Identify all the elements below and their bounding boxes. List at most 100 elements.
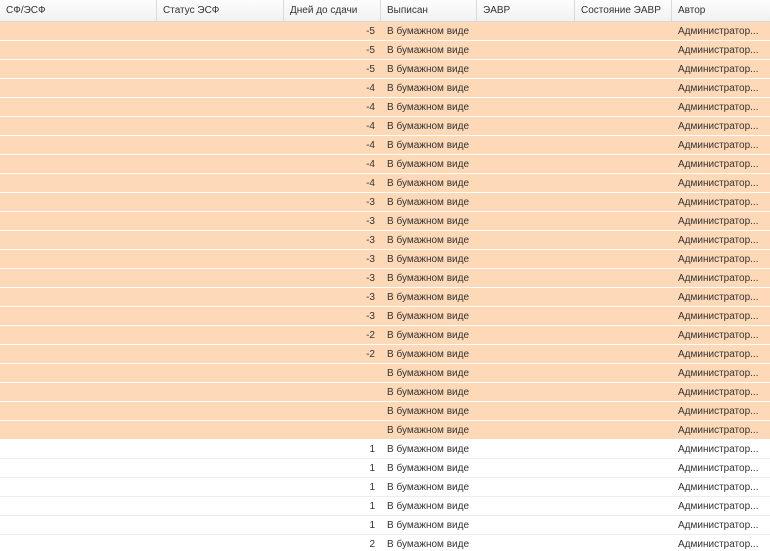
cell-esf-status (157, 79, 284, 97)
table-row[interactable]: В бумажном виде Администратор... (0, 421, 770, 440)
cell-esf-status (157, 250, 284, 268)
cell-issued: В бумажном виде (387, 406, 470, 417)
cell-days-to-submit: 1 (369, 501, 375, 512)
cell-sf-esf (0, 440, 157, 458)
table-row[interactable]: -2 В бумажном виде Администратор... (0, 345, 770, 364)
table-row[interactable]: 1 В бумажном виде Администратор... (0, 478, 770, 497)
cell-eavr (477, 155, 575, 173)
cell-eavr-state (575, 22, 672, 40)
cell-issued: В бумажном виде (387, 501, 470, 512)
cell-author: Администратор... (678, 482, 759, 493)
table-row[interactable]: -3 В бумажном виде Администратор... (0, 269, 770, 288)
table-row[interactable]: -3 В бумажном виде Администратор... (0, 288, 770, 307)
table-row[interactable]: В бумажном виде Администратор... (0, 383, 770, 402)
cell-eavr (477, 383, 575, 401)
cell-eavr (477, 345, 575, 363)
cell-author: Администратор... (678, 349, 759, 360)
column-header-eavr-state[interactable]: Состояние ЭАВР (575, 0, 672, 21)
cell-eavr (477, 79, 575, 97)
table-row[interactable]: 1 В бумажном виде Администратор... (0, 497, 770, 516)
table-header: СФ/ЭСФ Статус ЭСФ Дней до сдачи Выписан … (0, 0, 770, 22)
cell-author: Администратор... (678, 444, 759, 455)
cell-sf-esf (0, 364, 157, 382)
cell-author: Администратор... (678, 311, 759, 322)
cell-eavr (477, 478, 575, 496)
cell-issued: В бумажном виде (387, 273, 470, 284)
cell-issued: В бумажном виде (387, 292, 470, 303)
table-row[interactable]: -4 В бумажном виде Администратор... (0, 79, 770, 98)
column-header-sf-esf[interactable]: СФ/ЭСФ (0, 0, 157, 21)
cell-days-to-submit: 2 (369, 539, 375, 550)
table-row[interactable]: -3 В бумажном виде Администратор... (0, 212, 770, 231)
cell-author: Администратор... (678, 102, 759, 113)
table-row[interactable]: 2 В бумажном виде Администратор... (0, 535, 770, 551)
table-row[interactable]: -2 В бумажном виде Администратор... (0, 326, 770, 345)
column-header-days-to-submit[interactable]: Дней до сдачи (284, 0, 381, 21)
column-header-eavr[interactable]: ЭАВР (477, 0, 575, 21)
invoice-grid: СФ/ЭСФ Статус ЭСФ Дней до сдачи Выписан … (0, 0, 770, 551)
table-row[interactable]: В бумажном виде Администратор... (0, 364, 770, 383)
cell-author: Администратор... (678, 178, 759, 189)
cell-eavr-state (575, 41, 672, 59)
table-row[interactable]: -5 В бумажном виде Администратор... (0, 60, 770, 79)
table-row[interactable]: -4 В бумажном виде Администратор... (0, 174, 770, 193)
cell-eavr-state (575, 402, 672, 420)
cell-author: Администратор... (678, 292, 759, 303)
cell-sf-esf (0, 250, 157, 268)
cell-sf-esf (0, 41, 157, 59)
column-header-issued[interactable]: Выписан (381, 0, 477, 21)
cell-days-to-submit: -3 (366, 273, 375, 284)
cell-eavr-state (575, 193, 672, 211)
cell-days-to-submit: -5 (366, 26, 375, 37)
table-row[interactable]: 1 В бумажном виде Администратор... (0, 459, 770, 478)
cell-esf-status (157, 269, 284, 287)
column-header-esf-status[interactable]: Статус ЭСФ (157, 0, 284, 21)
cell-days-to-submit: -4 (366, 83, 375, 94)
table-row[interactable]: -3 В бумажном виде Администратор... (0, 307, 770, 326)
cell-author: Администратор... (678, 26, 759, 37)
cell-eavr-state (575, 155, 672, 173)
cell-eavr-state (575, 60, 672, 78)
cell-issued: В бумажном виде (387, 45, 470, 56)
cell-days-to-submit: -3 (366, 216, 375, 227)
table-row[interactable]: -3 В бумажном виде Администратор... (0, 250, 770, 269)
table-row[interactable]: -4 В бумажном виде Администратор... (0, 155, 770, 174)
cell-days-to-submit (284, 364, 381, 382)
cell-author: Администратор... (678, 235, 759, 246)
cell-issued: В бумажном виде (387, 368, 470, 379)
cell-days-to-submit: -3 (366, 292, 375, 303)
cell-eavr (477, 60, 575, 78)
cell-esf-status (157, 497, 284, 515)
table-row[interactable]: -4 В бумажном виде Администратор... (0, 98, 770, 117)
table-row[interactable]: -3 В бумажном виде Администратор... (0, 231, 770, 250)
cell-eavr-state (575, 307, 672, 325)
column-header-author[interactable]: Автор (672, 0, 770, 21)
table-row[interactable]: -5 В бумажном виде Администратор... (0, 22, 770, 41)
cell-author: Администратор... (678, 406, 759, 417)
cell-eavr (477, 212, 575, 230)
cell-issued: В бумажном виде (387, 197, 470, 208)
cell-days-to-submit: -4 (366, 102, 375, 113)
table-row[interactable]: 1 В бумажном виде Администратор... (0, 516, 770, 535)
cell-author: Администратор... (678, 387, 759, 398)
table-row[interactable]: -5 В бумажном виде Администратор... (0, 41, 770, 60)
table-row[interactable]: -3 В бумажном виде Администратор... (0, 193, 770, 212)
cell-sf-esf (0, 22, 157, 40)
cell-eavr (477, 535, 575, 551)
cell-days-to-submit: -3 (366, 311, 375, 322)
cell-esf-status (157, 307, 284, 325)
cell-author: Администратор... (678, 216, 759, 227)
cell-days-to-submit: -4 (366, 159, 375, 170)
cell-author: Администратор... (678, 83, 759, 94)
cell-eavr-state (575, 364, 672, 382)
cell-sf-esf (0, 535, 157, 551)
table-row[interactable]: -4 В бумажном виде Администратор... (0, 117, 770, 136)
cell-days-to-submit: 1 (369, 520, 375, 531)
cell-eavr (477, 22, 575, 40)
cell-issued: В бумажном виде (387, 520, 470, 531)
table-row[interactable]: В бумажном виде Администратор... (0, 402, 770, 421)
table-row[interactable]: 1 В бумажном виде Администратор... (0, 440, 770, 459)
table-row[interactable]: -4 В бумажном виде Администратор... (0, 136, 770, 155)
cell-sf-esf (0, 269, 157, 287)
cell-sf-esf (0, 193, 157, 211)
